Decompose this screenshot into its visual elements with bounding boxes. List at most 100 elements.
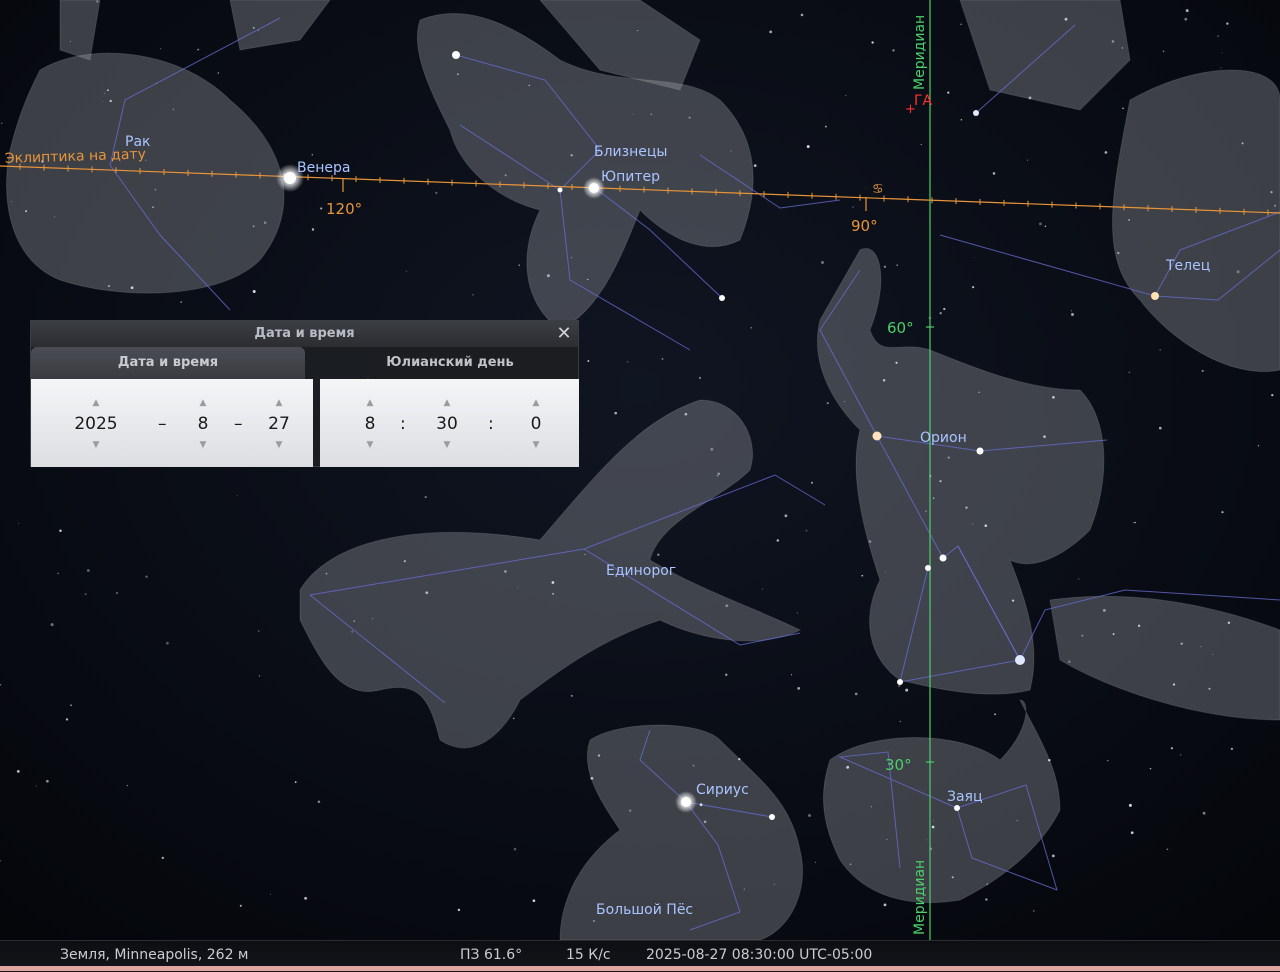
background-star	[435, 192, 437, 194]
background-star	[921, 144, 922, 145]
hour-value[interactable]: 8	[348, 412, 392, 436]
day-down-icon[interactable]: ▼	[257, 437, 301, 453]
background-star	[717, 473, 719, 475]
year-up-icon[interactable]: ▲	[61, 395, 131, 411]
day-spinbox[interactable]: ▲ 27 ▼	[257, 379, 301, 467]
background-star	[1173, 683, 1175, 685]
hour-up-icon[interactable]: ▲	[348, 395, 392, 411]
background-star	[406, 271, 407, 272]
hour-spinbox[interactable]: ▲ 8 ▼	[348, 379, 392, 467]
tab-julian-day[interactable]: Юлианский день	[321, 347, 579, 379]
background-star	[108, 285, 110, 287]
status-fps: 15 К/с	[566, 947, 611, 963]
background-star	[1203, 812, 1206, 815]
background-star	[404, 560, 406, 562]
background-star	[885, 572, 886, 573]
second-up-icon[interactable]: ▲	[514, 395, 558, 411]
tab-date-time[interactable]: Дата и время	[31, 347, 305, 379]
background-star	[1181, 643, 1183, 645]
background-star	[871, 41, 873, 43]
month-down-icon[interactable]: ▼	[181, 437, 225, 453]
background-star	[102, 101, 103, 102]
background-star	[1117, 252, 1119, 254]
label-orion: Орион	[920, 430, 967, 446]
date-time-dialog: Дата и время ✕ Дата и время Юлианский де…	[30, 320, 579, 467]
background-star	[807, 145, 810, 148]
month-value[interactable]: 8	[181, 412, 225, 436]
background-star	[1200, 646, 1201, 647]
day-value[interactable]: 27	[257, 412, 301, 436]
background-star	[1090, 502, 1091, 503]
background-star	[774, 884, 775, 885]
background-star	[1103, 609, 1106, 612]
minute-value[interactable]: 30	[425, 412, 469, 436]
background-star	[107, 89, 109, 91]
hour-down-icon[interactable]: ▼	[348, 437, 392, 453]
month-spinbox[interactable]: ▲ 8 ▼	[181, 379, 225, 467]
background-star	[933, 820, 934, 821]
status-datetime[interactable]: 2025-08-27 08:30:00 UTC-05:00	[646, 947, 872, 963]
background-star	[372, 618, 373, 619]
close-icon[interactable]: ✕	[554, 324, 574, 344]
background-star	[797, 687, 800, 690]
background-star	[940, 312, 942, 314]
background-star	[900, 721, 901, 722]
background-star	[253, 225, 255, 227]
background-star	[312, 228, 314, 230]
background-star	[1135, 522, 1137, 524]
background-star	[948, 456, 950, 458]
background-star	[571, 695, 573, 697]
background-star	[18, 523, 19, 524]
background-star	[529, 85, 530, 86]
background-star	[886, 839, 887, 840]
background-star	[821, 261, 824, 264]
background-star	[905, 689, 908, 692]
minute-down-icon[interactable]: ▼	[425, 437, 469, 453]
background-star	[730, 150, 731, 151]
ecliptic-tick-120: 120°	[326, 200, 362, 218]
second-down-icon[interactable]: ▼	[514, 437, 558, 453]
background-star	[700, 803, 703, 806]
background-star	[725, 604, 728, 607]
background-star	[1027, 160, 1028, 161]
background-star	[1167, 848, 1169, 850]
background-star	[1271, 394, 1273, 396]
dialog-titlebar[interactable]: Дата и время ✕	[31, 321, 578, 347]
background-star	[258, 30, 259, 31]
day-up-icon[interactable]: ▲	[257, 395, 301, 411]
background-star	[1186, 9, 1189, 12]
month-up-icon[interactable]: ▲	[181, 395, 225, 411]
time-separator: :	[400, 412, 406, 436]
year-down-icon[interactable]: ▼	[61, 437, 131, 453]
background-star	[614, 412, 617, 415]
background-star	[237, 495, 238, 496]
second-spinbox[interactable]: ▲ 0 ▼	[514, 379, 558, 467]
background-star	[808, 814, 811, 817]
background-star	[585, 554, 586, 555]
background-star	[815, 862, 816, 863]
status-location[interactable]: Земля, Minneapolis, 262 м	[60, 947, 249, 963]
background-star	[571, 257, 572, 258]
year-spinbox[interactable]: ▲ 2025 ▼	[61, 379, 131, 467]
background-star	[1071, 310, 1072, 311]
background-star	[131, 286, 134, 289]
background-star	[974, 257, 975, 258]
background-star	[533, 899, 536, 902]
background-star	[1159, 427, 1162, 430]
background-star	[51, 623, 54, 626]
background-star	[425, 591, 428, 594]
sky-view[interactable]: Эклиптика на дату 120° 90° ♋ Меридиан Ме…	[0, 0, 1280, 971]
second-value[interactable]: 0	[514, 412, 558, 436]
background-star	[66, 718, 68, 720]
background-star	[36, 785, 37, 786]
background-star	[869, 540, 872, 543]
background-star	[172, 109, 174, 111]
year-value[interactable]: 2025	[61, 412, 131, 436]
background-star	[871, 806, 872, 807]
label-lepus: Заяц	[947, 789, 983, 805]
background-star	[46, 780, 49, 783]
background-star	[960, 24, 961, 25]
background-star	[685, 413, 688, 416]
minute-up-icon[interactable]: ▲	[425, 395, 469, 411]
minute-spinbox[interactable]: ▲ 30 ▼	[425, 379, 469, 467]
